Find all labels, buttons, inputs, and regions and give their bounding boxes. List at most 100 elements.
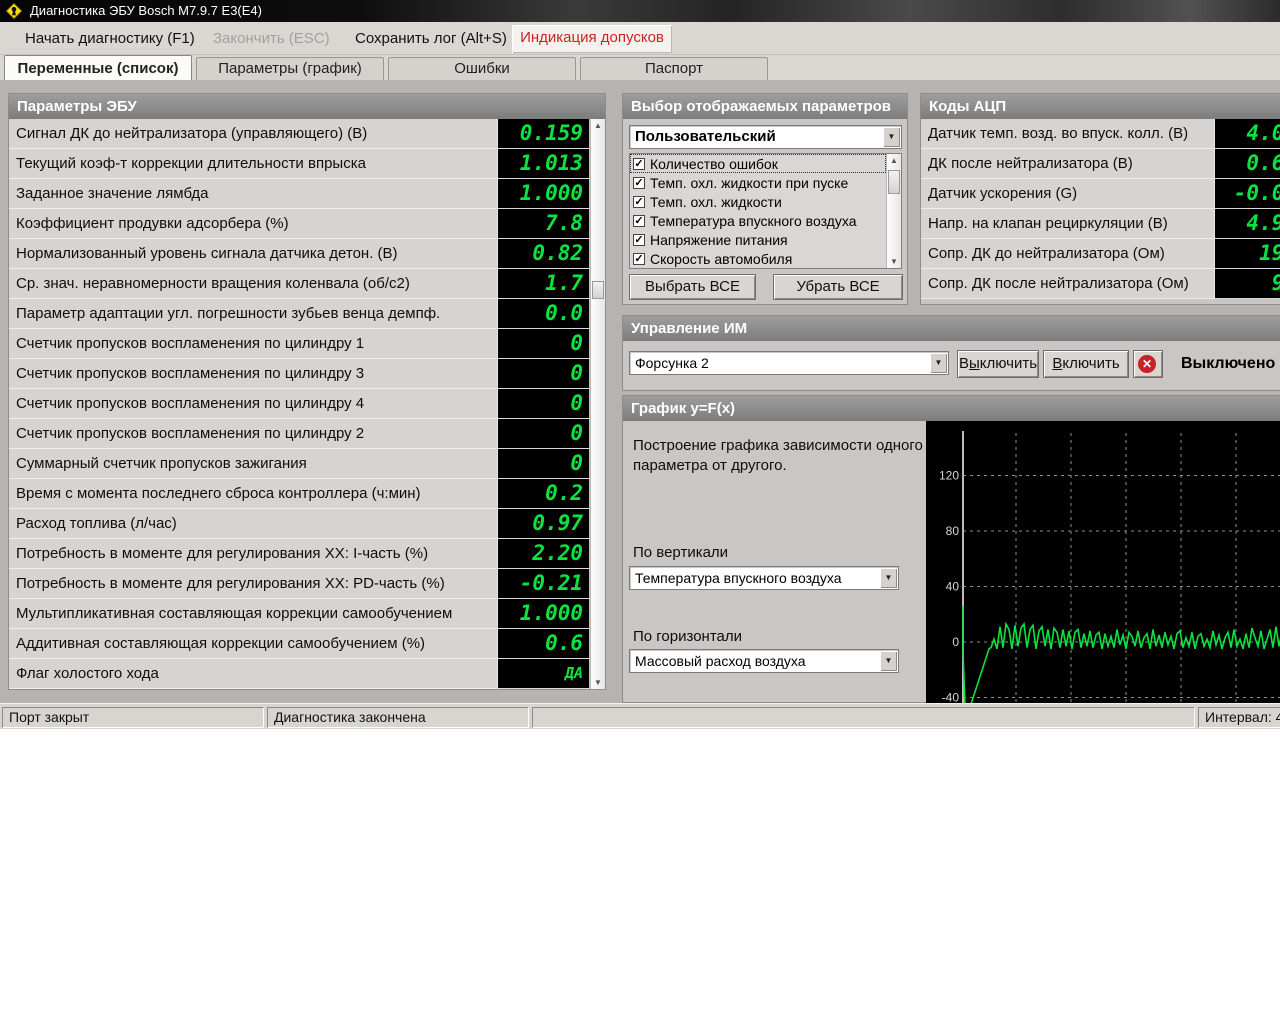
y-axis-tick-label: 80 [946, 524, 960, 538]
list-scrollbar[interactable]: ▲ ▼ [886, 154, 901, 268]
adc-codes-panel: Коды АЦП Датчик темп. возд. во впуск. ко… [920, 93, 1280, 305]
list-item[interactable]: ✓ Темп. охл. жидкости [630, 192, 886, 211]
param-label: Счетчик пропусков воспламенения по цилин… [9, 359, 497, 389]
stop-diagnostics-button[interactable]: Закончить (ESC) [213, 22, 330, 55]
param-label: Счетчик пропусков воспламенения по цилин… [9, 389, 497, 419]
status-port: Порт закрыт [2, 707, 264, 728]
graph-canvas: 120 80 40 0 -40 [926, 421, 1280, 709]
adc-value-display: 0.63 [1214, 149, 1280, 179]
list-item[interactable]: ✓ Температура впускного воздуха [630, 211, 886, 230]
window-title-bar[interactable]: Диагностика ЭБУ Bosch M7.9.7 E3(E4) [0, 0, 1280, 22]
table-row: Потребность в моменте для регулирования … [9, 569, 589, 599]
param-label: Флаг холостого хода [9, 659, 497, 689]
horizontal-axis-value: Массовый расход воздуха [635, 653, 806, 669]
ecu-params-scrollbar[interactable]: ▲ ▼ [590, 119, 605, 689]
table-row: Заданное значение лямбда 1.000 [9, 179, 589, 209]
y-axis-tick-label: 120 [939, 469, 959, 483]
checkbox[interactable]: ✓ [633, 157, 645, 170]
adc-label: Сопр. ДК до нейтрализатора (Ом) [921, 239, 1214, 269]
y-axis-tick-label: -40 [942, 691, 960, 705]
table-row: Время с момента последнего сброса контро… [9, 479, 589, 509]
panel-title: Выбор отображаемых параметров [623, 94, 907, 119]
checkbox-item-label: Темп. охл. жидкости при пуске [650, 174, 849, 191]
tolerance-indication-button[interactable]: Индикация допусков [512, 25, 672, 53]
actuator-dropdown-value: Форсунка 2 [635, 355, 709, 371]
diagnostic-app-icon [6, 3, 22, 19]
button-label: В [958, 355, 969, 372]
stop-actuator-button[interactable]: ✕ [1133, 350, 1163, 378]
vertical-axis-label: По вертикали [633, 544, 729, 561]
y-axis-tick-label: 40 [946, 580, 960, 594]
param-value-display: 1.000 [497, 179, 589, 209]
y-axis-tick-label: 0 [952, 635, 959, 649]
tab-passport[interactable]: Паспорт [580, 57, 768, 80]
clear-all-button[interactable]: Убрать ВСЕ [773, 274, 903, 300]
scrollbar-down-arrow-icon[interactable]: ▼ [887, 255, 901, 268]
table-row: Напр. на клапан рециркуляции (В)4.99 [921, 209, 1280, 239]
checkbox[interactable]: ✓ [633, 195, 645, 208]
ecu-params-table: Сигнал ДК до нейтрализатора (управляющег… [9, 119, 589, 689]
actuator-control-panel: Управление ИМ Форсунка 2 ▼ Выключить Вкл… [622, 315, 1280, 391]
checkbox[interactable]: ✓ [633, 176, 645, 189]
turn-on-button[interactable]: Включить [1043, 350, 1129, 378]
table-row: Мультипликативная составляющая коррекции… [9, 599, 589, 629]
param-label: Нормализованный уровень сигнала датчика … [9, 239, 497, 269]
tab-params-graph[interactable]: Параметры (график) [196, 57, 384, 80]
adc-value-display: 190 [1214, 239, 1280, 269]
chevron-down-icon[interactable]: ▼ [883, 127, 900, 147]
table-row: Суммарный счетчик пропусков зажигания 0 [9, 449, 589, 479]
adc-value-display: 96 [1214, 269, 1280, 299]
horizontal-axis-dropdown[interactable]: Массовый расход воздуха ▼ [629, 649, 899, 673]
list-item[interactable]: ✓ Темп. охл. жидкости при пуске [630, 173, 886, 192]
horizontal-axis-label: По горизонтали [633, 628, 743, 645]
preset-dropdown[interactable]: Пользовательский ▼ [629, 125, 902, 149]
tab-strip: Переменные (список) Параметры (график) Оши… [0, 55, 1280, 80]
turn-off-button[interactable]: Выключить [957, 350, 1039, 378]
list-item[interactable]: ✓ Количество ошибок [630, 154, 886, 173]
save-log-button[interactable]: Сохранить лог (Alt+S) [355, 22, 507, 55]
table-row: Аддитивная составляющая коррекции самооб… [9, 629, 589, 659]
scrollbar-down-arrow-icon[interactable]: ▼ [591, 676, 605, 689]
table-row: Счетчик пропусков воспламенения по цилин… [9, 359, 589, 389]
actuator-state-label: Выключено [1181, 355, 1276, 372]
param-value-display: 0 [497, 419, 589, 449]
param-value-display: 2.20 [497, 539, 589, 569]
chevron-down-icon[interactable]: ▼ [880, 651, 897, 671]
tab-errors[interactable]: Ошибки [388, 57, 576, 80]
select-all-button[interactable]: Выбрать ВСЕ [629, 274, 756, 300]
scrollbar-thumb[interactable] [592, 281, 604, 299]
scrollbar-up-arrow-icon[interactable]: ▲ [887, 154, 901, 167]
param-value-display: 1.7 [497, 269, 589, 299]
param-label: Коэффициент продувки адсорбера (%) [9, 209, 497, 239]
param-label: Время с момента последнего сброса контро… [9, 479, 497, 509]
param-label: Потребность в моменте для регулирования … [9, 539, 497, 569]
scrollbar-thumb[interactable] [888, 170, 900, 194]
chevron-down-icon[interactable]: ▼ [880, 568, 897, 588]
param-label: Аддитивная составляющая коррекции самооб… [9, 629, 497, 659]
panel-title: Управление ИМ [623, 316, 1280, 341]
graph-panel: График y=F(x) Построение графика зависим… [622, 395, 1280, 709]
chevron-down-icon[interactable]: ▼ [930, 353, 947, 373]
list-item[interactable]: ✓ Напряжение питания [630, 230, 886, 249]
button-label: ключить [1062, 355, 1120, 372]
checkbox[interactable]: ✓ [633, 252, 645, 265]
button-label: В [1052, 355, 1063, 372]
panel-title: Коды АЦП [921, 94, 1280, 119]
tab-variables-list[interactable]: Переменные (список) [4, 55, 192, 80]
checkbox-item-label: Напряжение питания [650, 231, 788, 248]
checkbox[interactable]: ✓ [633, 214, 645, 227]
adc-label: ДК после нейтрализатора (В) [921, 149, 1214, 179]
scrollbar-up-arrow-icon[interactable]: ▲ [591, 119, 605, 132]
checkbox[interactable]: ✓ [633, 233, 645, 246]
vertical-axis-dropdown[interactable]: Температура впускного воздуха ▼ [629, 566, 899, 590]
table-row: Датчик темп. возд. во впуск. колл. (В) 4.… [921, 119, 1280, 149]
graph-data-trace [962, 605, 1280, 709]
param-label: Параметр адаптации угл. погрешности зубь… [9, 299, 497, 329]
param-value-display: 0.6 [497, 629, 589, 659]
list-item[interactable]: ✓ Скорость автомобиля [630, 249, 886, 268]
adc-value-display: 4.08 [1214, 119, 1280, 149]
start-diagnostics-button[interactable]: Начать диагностику (F1) [25, 22, 195, 55]
table-row: Счетчик пропусков воспламенения по цилин… [9, 419, 589, 449]
table-row: Сигнал ДК до нейтрализатора (управляющег… [9, 119, 589, 149]
actuator-dropdown[interactable]: Форсунка 2 ▼ [629, 351, 949, 375]
